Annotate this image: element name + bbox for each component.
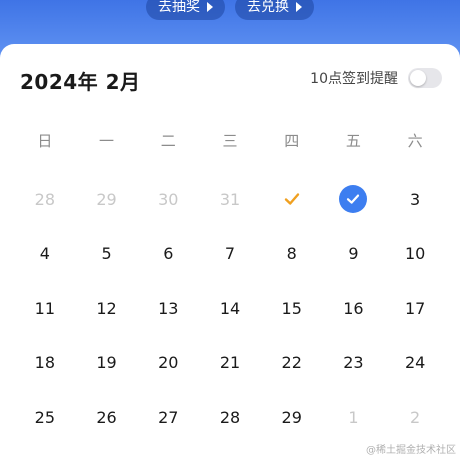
calendar-day-number: 23 (343, 353, 364, 373)
calendar-day-number: 15 (281, 298, 302, 318)
calendar-day[interactable]: 17 (384, 281, 446, 336)
calendar-day[interactable]: 31 (199, 172, 261, 227)
calendar-day-number: 2 (410, 407, 421, 427)
weekday-label: 五 (345, 132, 361, 150)
calendar-day[interactable]: 11 (14, 281, 76, 336)
go-lottery-button[interactable]: 去抽奖 (146, 0, 225, 20)
weekday-header: 日一二三四五六 (14, 130, 446, 151)
calendar-day[interactable] (323, 172, 385, 227)
triangle-right-icon (207, 2, 213, 12)
calendar-day-number: 7 (224, 244, 236, 264)
weekday-label: 六 (407, 132, 423, 150)
calendar-day-number: 6 (163, 244, 174, 264)
calendar-day[interactable]: 18 (14, 336, 76, 391)
calendar-day[interactable] (261, 172, 323, 227)
calendar-day-number: 30 (158, 189, 179, 209)
calendar-day[interactable]: 30 (137, 172, 199, 227)
calendar-day-number: 9 (348, 244, 359, 264)
calendar-day[interactable]: 24 (384, 336, 446, 391)
calendar-day[interactable]: 21 (199, 336, 261, 391)
calendar-day-number: 8 (286, 244, 297, 264)
calendar-day[interactable]: 9 (323, 227, 385, 282)
reminder-toggle[interactable] (408, 68, 442, 88)
calendar-day-number: 12 (96, 298, 117, 318)
weekday-label: 二 (160, 132, 176, 150)
go-exchange-button[interactable]: 去兑换 (235, 0, 314, 20)
calendar-day-number: 17 (404, 298, 426, 318)
calendar-day-number: 11 (34, 298, 56, 318)
calendar-day[interactable]: 26 (76, 390, 138, 445)
calendar-day[interactable]: 5 (76, 227, 138, 282)
calendar-day-number: 26 (96, 407, 117, 427)
calendar-day[interactable]: 29 (261, 390, 323, 445)
calendar-day[interactable]: 8 (261, 227, 323, 282)
reminder-label: 10点签到提醒 (310, 71, 398, 87)
calendar-day-number: 18 (34, 353, 56, 373)
go-lottery-label: 去抽奖 (158, 0, 200, 15)
calendar-day-number: 28 (34, 189, 56, 209)
calendar-day[interactable]: 7 (199, 227, 261, 282)
calendar-day-number: 31 (219, 189, 241, 209)
calendar-day[interactable]: 13 (137, 281, 199, 336)
month-title: 2024年 2月 (20, 70, 141, 94)
calendar-day-number: 29 (281, 407, 302, 427)
calendar-day-number: 13 (158, 298, 179, 318)
calendar-day[interactable]: 6 (137, 227, 199, 282)
calendar-day-number: 5 (101, 244, 112, 264)
triangle-right-icon (296, 2, 302, 12)
calendar-day[interactable]: 19 (76, 336, 138, 391)
calendar-day-number: 25 (34, 407, 56, 427)
calendar-day-number: 19 (96, 353, 117, 373)
toggle-knob (410, 70, 426, 86)
calendar-day[interactable]: 2 (384, 390, 446, 445)
calendar-day[interactable]: 28 (199, 390, 261, 445)
calendar-day[interactable]: 10 (384, 227, 446, 282)
checkmark-icon (284, 193, 299, 205)
weekday-label: 一 (99, 132, 115, 150)
calendar-day-number: 4 (39, 244, 50, 264)
calendar-day-number: 24 (404, 353, 426, 373)
weekday-label: 四 (284, 132, 300, 150)
calendar-day[interactable]: 29 (76, 172, 138, 227)
calendar-day[interactable]: 23 (323, 336, 385, 391)
go-exchange-label: 去兑换 (247, 0, 289, 15)
calendar-day-number: 16 (343, 298, 364, 318)
calendar-day[interactable]: 15 (261, 281, 323, 336)
calendar-day-number: 1 (348, 407, 359, 427)
calendar-day-number: 20 (158, 353, 179, 373)
calendar-day-number: 27 (158, 407, 179, 427)
calendar-day[interactable]: 12 (76, 281, 138, 336)
calendar-day-number: 10 (404, 244, 426, 264)
day-grid: 28 29 30 31 3 4 5 6 7 8 9 10 11 12 13 14 15 16 17 18 19 20 21 2… (14, 172, 446, 445)
calendar-day[interactable]: 1 (323, 390, 385, 445)
calendar-day-number: 21 (219, 353, 241, 373)
reminder-row: 10点签到提醒 (310, 68, 442, 88)
weekday-label: 三 (222, 132, 238, 150)
calendar-day[interactable]: 14 (199, 281, 261, 336)
calendar-day-number: 29 (96, 189, 117, 209)
calendar-day-number: 22 (281, 353, 302, 373)
calendar-day[interactable]: 22 (261, 336, 323, 391)
calendar-day[interactable]: 20 (137, 336, 199, 391)
calendar-day[interactable]: 4 (14, 227, 76, 282)
watermark: @稀土掘金技术社区 (366, 445, 456, 456)
calendar-day-number: 14 (219, 298, 241, 318)
calendar-day-number: 28 (219, 407, 241, 427)
calendar-day[interactable]: 3 (384, 172, 446, 227)
calendar-day[interactable]: 25 (14, 390, 76, 445)
checked-in-icon (339, 185, 368, 214)
calendar-day[interactable]: 27 (137, 390, 199, 445)
calendar-day-number: 3 (410, 189, 421, 209)
calendar-day[interactable]: 28 (14, 172, 76, 227)
calendar-sheet: 2024年 2月 10点签到提醒 日一二三四五六 28 29 30 31 3 4 5 6 7 8 9… (0, 44, 460, 460)
calendar-day[interactable]: 16 (323, 281, 385, 336)
weekday-label: 日 (37, 132, 53, 150)
